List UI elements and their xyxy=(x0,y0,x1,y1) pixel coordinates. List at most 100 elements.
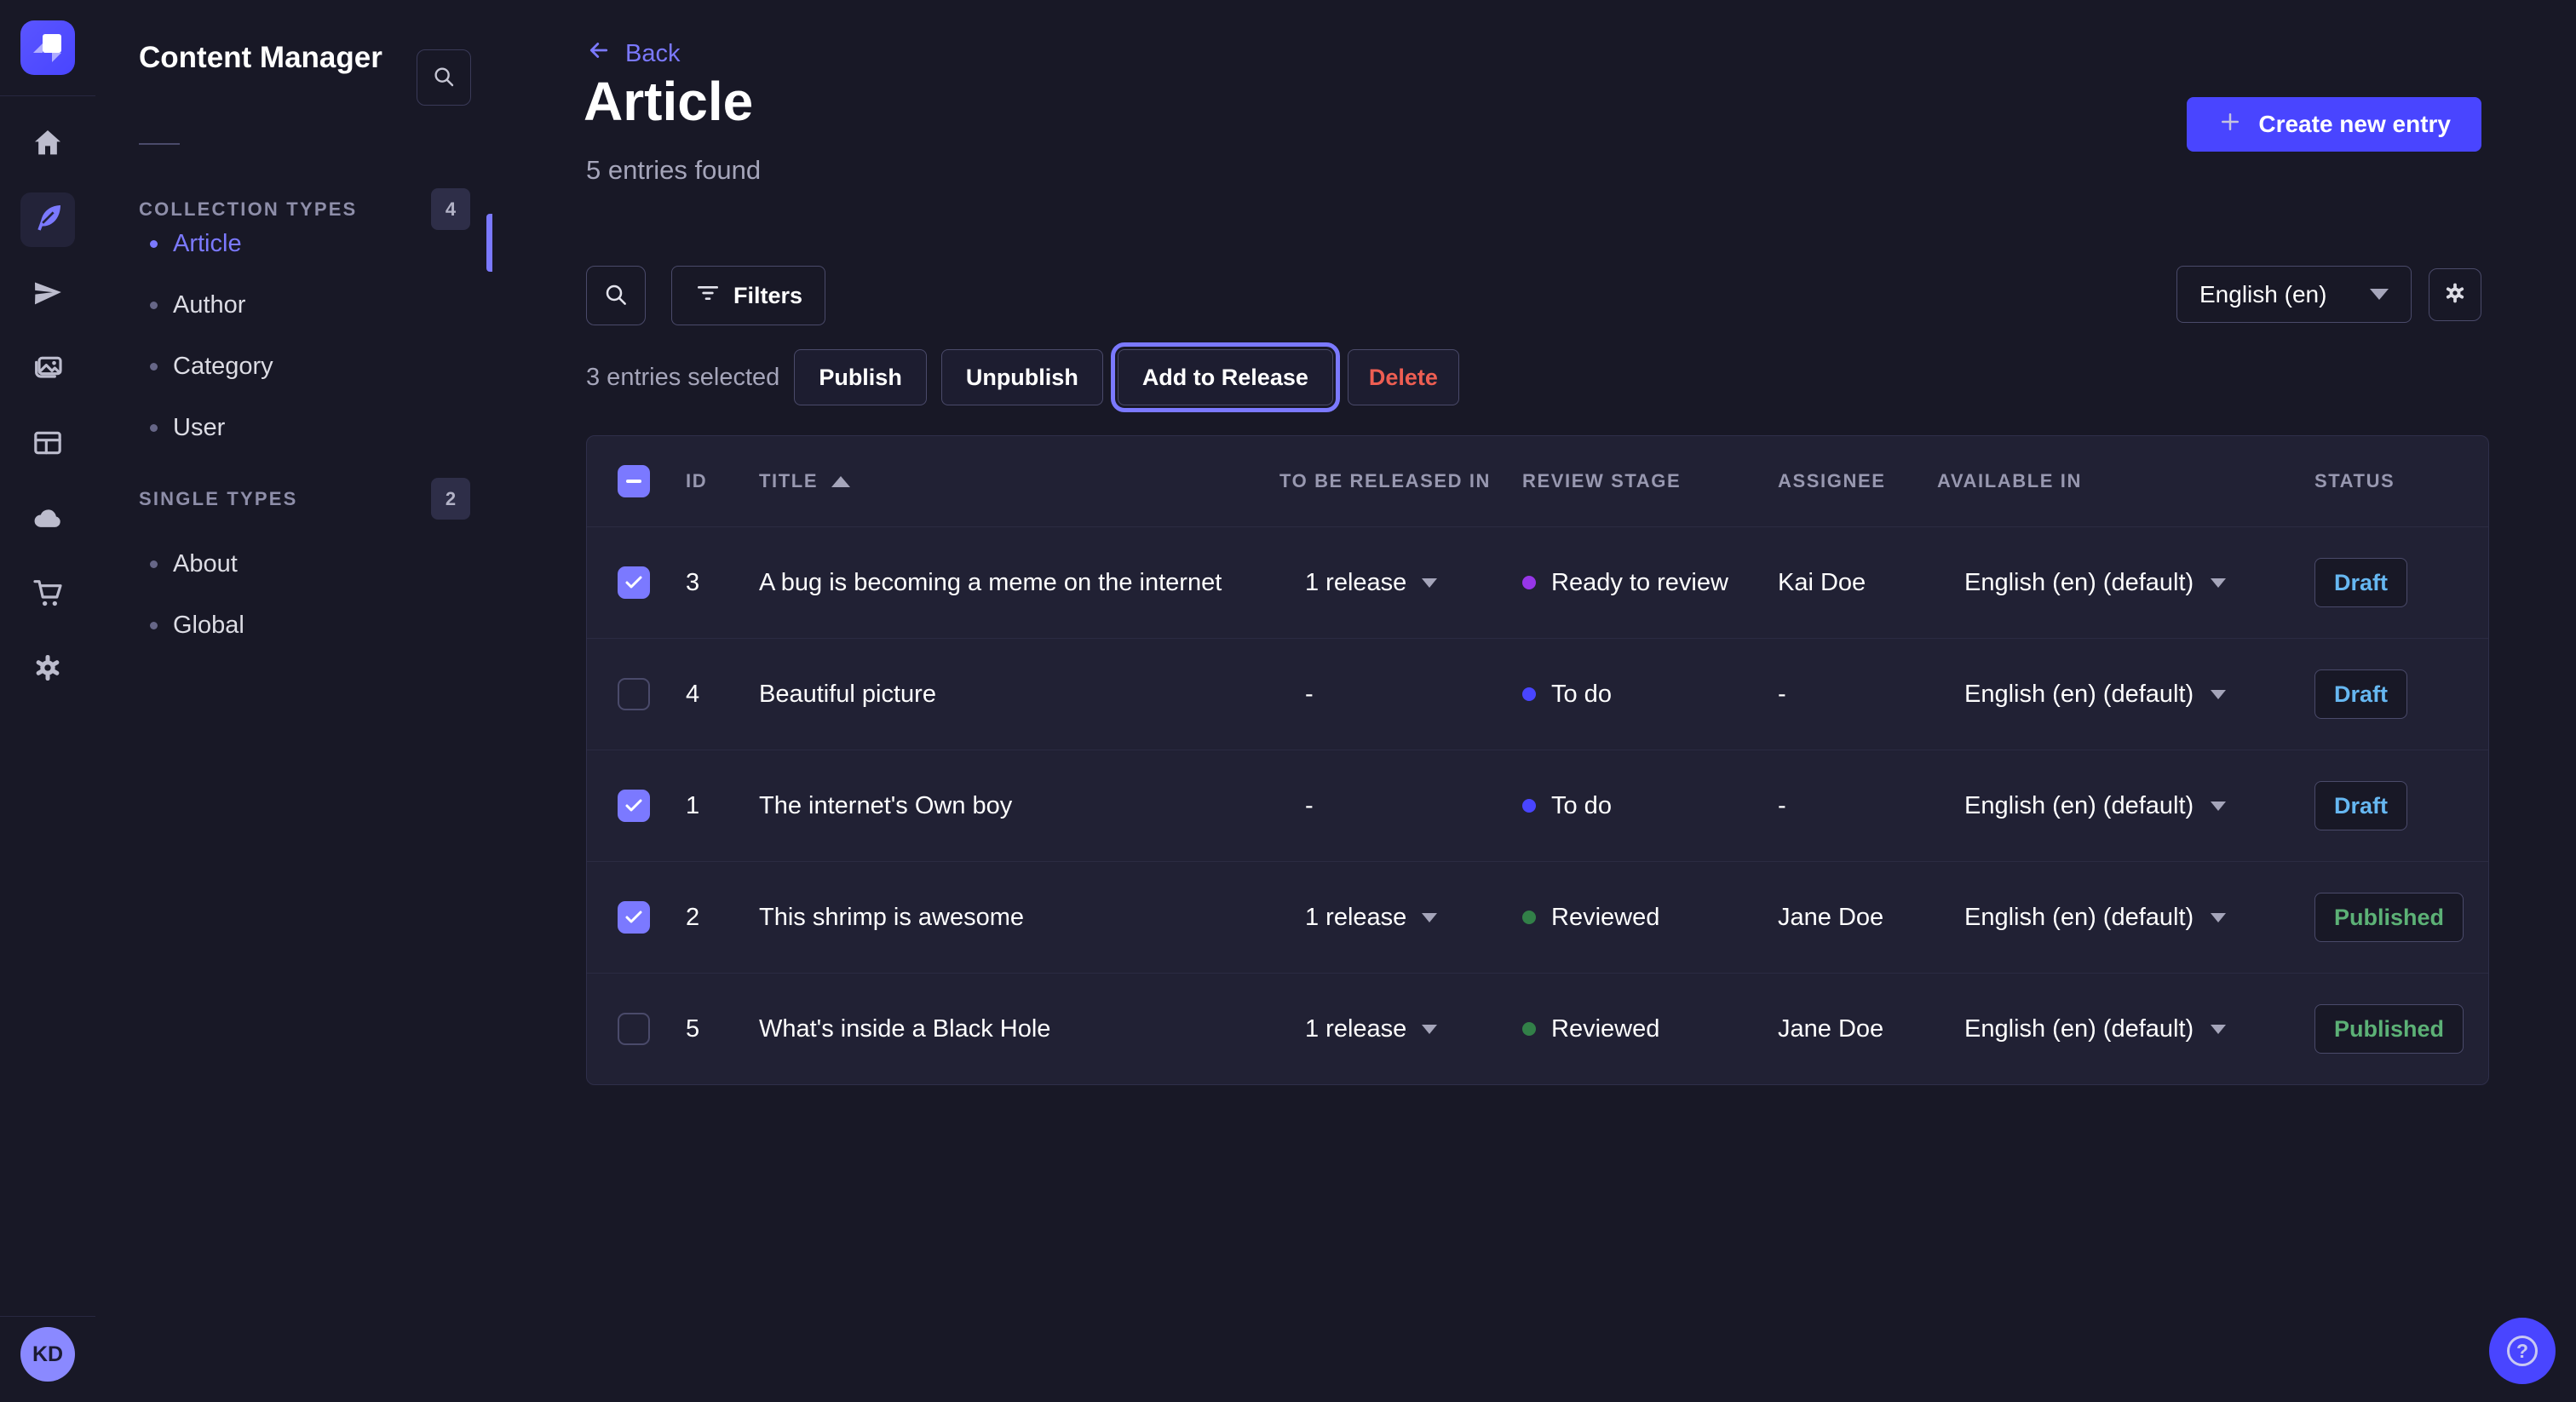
delete-button[interactable]: Delete xyxy=(1348,349,1459,405)
chevron-down-icon xyxy=(2211,913,2226,922)
marketplace-cart-icon xyxy=(31,576,65,614)
table-row[interactable]: 4 Beautiful picture - To do - English (e… xyxy=(587,638,2488,750)
column-header-assignee: ASSIGNEE xyxy=(1778,470,1935,492)
cloud-icon xyxy=(31,501,65,539)
divider xyxy=(0,1316,95,1317)
search-icon xyxy=(431,64,457,92)
locale-cell[interactable]: English (en) (default) xyxy=(1935,1015,2313,1043)
user-avatar[interactable]: KD xyxy=(20,1327,75,1382)
nav-deploy[interactable] xyxy=(20,492,75,547)
sidebar-item-article[interactable]: Article xyxy=(95,213,492,274)
divider xyxy=(139,143,180,145)
nav-settings[interactable] xyxy=(20,642,75,697)
review-stage-cell: Reviewed xyxy=(1522,1015,1778,1043)
add-to-release-button[interactable]: Add to Release xyxy=(1118,349,1333,405)
create-new-entry-button[interactable]: Create new entry xyxy=(2187,97,2481,152)
assignee-cell: - xyxy=(1778,792,1935,820)
column-header-id[interactable]: ID xyxy=(682,470,749,492)
table-row[interactable]: 2 This shrimp is awesome 1 release Revie… xyxy=(587,861,2488,973)
review-stage-cell: To do xyxy=(1522,792,1778,820)
entry-title: A bug is becoming a meme on the internet xyxy=(749,569,1273,597)
table-row[interactable]: 1 The internet's Own boy - To do - Engli… xyxy=(587,750,2488,861)
search-icon xyxy=(602,281,630,311)
locale-cell[interactable]: English (en) (default) xyxy=(1935,792,2313,820)
bulk-actions-bar: 3 entries selected Publish Unpublish Add… xyxy=(586,348,1459,407)
home-icon xyxy=(31,126,65,164)
nav-home[interactable] xyxy=(20,118,75,172)
locale-select[interactable]: English (en) xyxy=(2176,266,2412,323)
publish-button[interactable]: Publish xyxy=(794,349,927,405)
sidebar-item-category[interactable]: Category xyxy=(95,336,492,397)
column-header-review-stage: REVIEW STAGE xyxy=(1522,470,1778,492)
question-circle-icon: ? xyxy=(2507,1336,2538,1366)
table-row[interactable]: 3 A bug is becoming a meme on the intern… xyxy=(587,526,2488,638)
stage-dot-icon xyxy=(1522,799,1536,813)
sidebar-item-global[interactable]: Global xyxy=(95,595,492,656)
sidebar-item-user[interactable]: User xyxy=(95,397,492,458)
sidebar-item-author[interactable]: Author xyxy=(95,274,492,336)
assignee-cell: Kai Doe xyxy=(1778,569,1935,597)
release-cell[interactable]: 1 release xyxy=(1273,904,1522,932)
page-title: Article xyxy=(584,70,753,133)
release-cell[interactable]: 1 release xyxy=(1273,569,1522,597)
view-settings-button[interactable] xyxy=(2429,268,2481,321)
nav-content-manager[interactable] xyxy=(20,192,75,247)
select-all-checkbox[interactable] xyxy=(618,465,650,497)
content-manager-sidebar: Content Manager COLLECTION TYPES 4 Artic… xyxy=(95,0,493,1402)
table-row[interactable]: 5 What's inside a Black Hole 1 release R… xyxy=(587,973,2488,1084)
stage-dot-icon xyxy=(1522,687,1536,701)
nav-releases[interactable] xyxy=(20,267,75,322)
row-checkbox[interactable] xyxy=(618,901,650,934)
table-body: 3 A bug is becoming a meme on the intern… xyxy=(587,526,2488,1084)
entry-title: What's inside a Black Hole xyxy=(749,1015,1273,1043)
main-content: Back Article 5 entries found Create new … xyxy=(492,0,2576,1402)
chevron-down-icon xyxy=(1422,1025,1437,1034)
entry-id: 1 xyxy=(682,792,749,820)
chevron-down-icon xyxy=(1422,578,1437,588)
review-stage-cell: Reviewed xyxy=(1522,904,1778,932)
unpublish-button[interactable]: Unpublish xyxy=(941,349,1103,405)
release-cell[interactable]: - xyxy=(1273,792,1522,820)
assignee-cell: Jane Doe xyxy=(1778,1015,1935,1043)
section-single-types: SINGLE TYPES xyxy=(139,488,298,510)
subnav-search-button[interactable] xyxy=(417,49,471,106)
back-link[interactable]: Back xyxy=(586,37,680,70)
row-checkbox[interactable] xyxy=(618,790,650,822)
nav-marketplace[interactable] xyxy=(20,567,75,622)
review-stage-cell: To do xyxy=(1522,681,1778,709)
entry-title: Beautiful picture xyxy=(749,681,1273,709)
strapi-logo[interactable] xyxy=(20,20,75,75)
chevron-down-icon xyxy=(2211,690,2226,699)
entry-title: This shrimp is awesome xyxy=(749,904,1273,932)
locale-cell[interactable]: English (en) (default) xyxy=(1935,569,2313,597)
entry-title: The internet's Own boy xyxy=(749,792,1273,820)
chevron-down-icon xyxy=(2211,802,2226,811)
nav-media-library[interactable] xyxy=(20,342,75,397)
filters-button[interactable]: Filters xyxy=(671,266,825,325)
search-button[interactable] xyxy=(586,266,646,325)
table-header-row: ID TITLE TO BE RELEASED IN REVIEW STAGE … xyxy=(587,436,2488,526)
help-button[interactable]: ? xyxy=(2489,1318,2556,1384)
column-header-available: AVAILABLE IN xyxy=(1935,470,2313,492)
row-checkbox[interactable] xyxy=(618,1013,650,1045)
status-badge: Published xyxy=(2314,893,2464,942)
sidebar-item-about[interactable]: About xyxy=(95,533,492,595)
row-checkbox[interactable] xyxy=(618,678,650,710)
nav-content-type-builder[interactable] xyxy=(20,417,75,472)
chevron-down-icon xyxy=(2370,289,2389,300)
entries-table: ID TITLE TO BE RELEASED IN REVIEW STAGE … xyxy=(586,435,2489,1085)
locale-cell[interactable]: English (en) (default) xyxy=(1935,681,2313,709)
column-header-title[interactable]: TITLE xyxy=(749,470,1273,492)
gear-icon xyxy=(2441,279,2469,309)
release-cell[interactable]: 1 release xyxy=(1273,1015,1522,1043)
entry-id: 4 xyxy=(682,681,749,709)
release-cell[interactable]: - xyxy=(1273,681,1522,709)
status-badge: Draft xyxy=(2314,558,2407,607)
row-checkbox[interactable] xyxy=(618,566,650,599)
status-cell: Draft xyxy=(2313,669,2488,719)
status-cell: Draft xyxy=(2313,558,2488,607)
locale-cell[interactable]: English (en) (default) xyxy=(1935,904,2313,932)
stage-dot-icon xyxy=(1522,576,1536,589)
indeterminate-dash-icon xyxy=(626,480,641,483)
divider xyxy=(0,95,95,96)
